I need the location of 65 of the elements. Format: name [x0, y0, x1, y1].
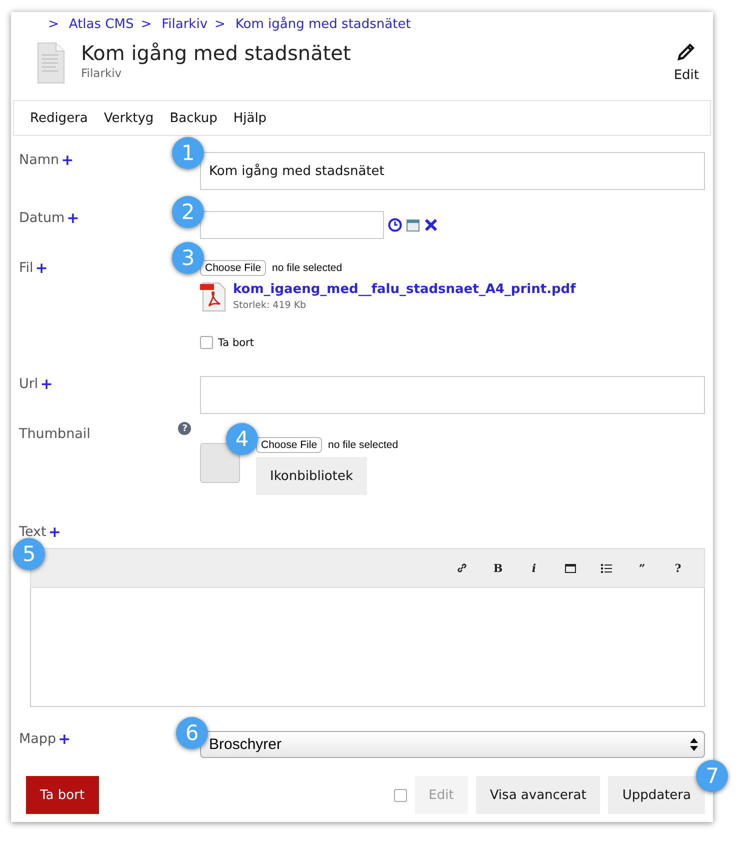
link-icon	[457, 563, 467, 573]
breadcrumb-separator: >	[214, 16, 226, 32]
edit-button[interactable]: Edit	[674, 42, 699, 83]
field-label: Fil	[19, 260, 34, 276]
add-link[interactable]: +	[61, 152, 74, 168]
folder-select[interactable]: Broschyrer	[200, 731, 705, 758]
pdf-icon	[200, 282, 228, 312]
list-icon	[600, 564, 612, 572]
help-icon[interactable]: ?	[178, 422, 192, 435]
file-status: no file selected	[272, 262, 342, 274]
file-size: Storlek: 419 Kb	[233, 300, 308, 311]
callout-marker: 4	[226, 423, 258, 455]
callout-marker: 5	[13, 538, 45, 570]
menu-item[interactable]: Hjälp	[225, 110, 275, 126]
breadcrumb-link[interactable]: Atlas CMS	[68, 16, 134, 32]
update-button[interactable]: Uppdatera	[608, 776, 705, 814]
field-label: Text	[19, 524, 46, 540]
calendar-icon[interactable]	[406, 218, 420, 232]
add-link[interactable]: +	[48, 524, 61, 540]
date-field[interactable]	[200, 211, 384, 239]
field-label: Namn	[19, 152, 60, 168]
text-field[interactable]: Kom igång med stadsnätet	[200, 152, 705, 190]
url-field[interactable]	[200, 376, 705, 414]
tool-button[interactable]: ?	[660, 556, 696, 580]
tool-button[interactable]: i	[516, 556, 552, 580]
document-icon	[37, 40, 65, 84]
breadcrumb-link[interactable]: Filarkiv	[162, 16, 208, 32]
field-label: Mapp	[19, 731, 56, 747]
updown-icon	[690, 738, 698, 751]
file-link[interactable]: kom_igaeng_med__falu_stadsnaet_A4_print.pdf	[233, 282, 576, 297]
window-icon	[564, 564, 576, 572]
field-label: Url	[19, 376, 38, 392]
add-link[interactable]: +	[66, 210, 80, 226]
clock-icon[interactable]	[388, 218, 402, 232]
file-status: no file selected	[328, 439, 398, 451]
close-icon[interactable]	[424, 218, 438, 232]
checkbox[interactable]	[394, 788, 407, 802]
delete-button[interactable]: Ta bort	[26, 776, 99, 814]
field-label: Datum	[19, 210, 65, 226]
page-subtitle: Filarkiv	[81, 66, 123, 80]
breadcrumb-separator: >	[140, 16, 152, 32]
add-link[interactable]: +	[58, 731, 71, 747]
checkbox-label: Ta bort	[218, 336, 254, 348]
choose-file-button[interactable]: Choose File	[200, 260, 266, 276]
add-link[interactable]: +	[40, 376, 53, 392]
tool-button[interactable]: ”	[624, 556, 660, 580]
choose-file-button[interactable]: Choose File	[256, 437, 322, 453]
menu-item[interactable]: Verktyg	[96, 110, 162, 126]
menu-item[interactable]: Redigera	[22, 110, 96, 126]
add-link[interactable]: +	[35, 260, 48, 276]
menu-item[interactable]: Backup	[162, 110, 226, 126]
checkbox[interactable]	[200, 336, 213, 349]
callout-marker: 1	[172, 137, 204, 169]
callout-marker: 3	[172, 242, 204, 274]
advanced-button[interactable]: Visa avancerat	[476, 776, 600, 814]
breadcrumb-link[interactable]: Kom igång med stadsnätet	[235, 16, 411, 32]
callout-marker: 6	[176, 717, 208, 749]
callout-marker: 2	[172, 196, 204, 228]
pencil-icon	[676, 42, 696, 62]
page-title: Kom igång med stadsnätet	[81, 40, 352, 66]
tool-button[interactable]: B	[480, 556, 516, 580]
breadcrumb-separator: >	[48, 16, 59, 32]
callout-marker: 7	[696, 760, 728, 792]
field-label: Thumbnail	[19, 426, 90, 442]
icon-library-button[interactable]: Ikonbibliotek	[256, 457, 368, 495]
